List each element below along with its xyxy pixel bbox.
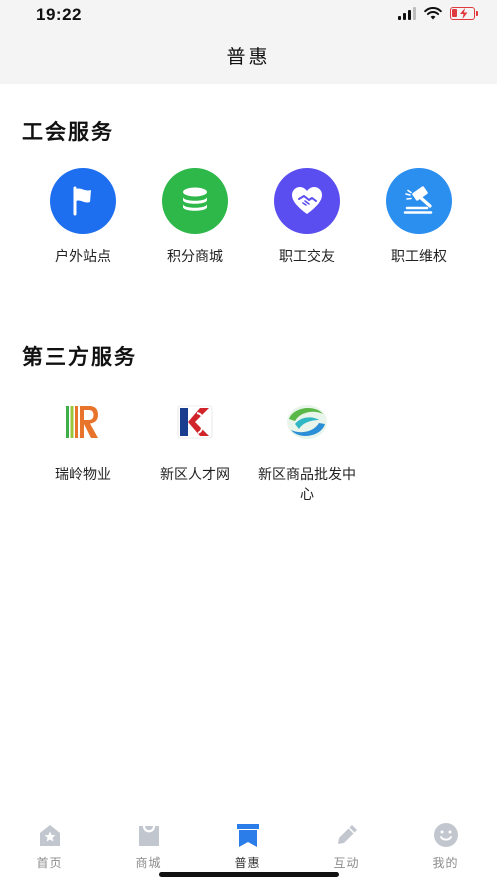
tab-label: 商城 bbox=[135, 856, 162, 870]
service-outdoor-stations[interactable]: 户外站点 bbox=[27, 168, 139, 266]
pencil-icon bbox=[334, 822, 360, 848]
service-label: 新区商品批发中心 bbox=[258, 466, 356, 502]
heart-handshake-icon bbox=[274, 168, 340, 234]
wifi-icon bbox=[424, 7, 442, 20]
service-label: 新区人才网 bbox=[160, 466, 230, 482]
service-label: 职工交友 bbox=[279, 248, 335, 264]
service-ruiling-property[interactable]: 瑞岭物业 bbox=[27, 392, 139, 484]
bottom-tab-bar: 首页 商城 普惠 互动 我的 bbox=[0, 812, 497, 883]
page-title: 普惠 bbox=[226, 47, 271, 68]
wholesale-center-logo bbox=[277, 392, 337, 452]
service-talent-network[interactable]: 新区人才网 bbox=[139, 392, 251, 484]
service-wholesale-center[interactable]: 新区商品批发中心 bbox=[251, 392, 363, 504]
tab-label: 互动 bbox=[333, 856, 360, 870]
tab-label: 首页 bbox=[36, 856, 63, 870]
tab-benefits[interactable]: 普惠 bbox=[198, 822, 297, 871]
flag-icon bbox=[50, 168, 116, 234]
status-bar: 19:22 bbox=[0, 0, 497, 30]
status-time: 19:22 bbox=[36, 5, 82, 24]
battery-low-icon bbox=[450, 7, 478, 20]
union-services-title: 工会服务 bbox=[22, 121, 114, 144]
home-indicator bbox=[159, 872, 339, 877]
smiley-face-icon bbox=[433, 822, 459, 848]
ruiling-logo bbox=[53, 392, 113, 452]
service-employee-friendship[interactable]: 职工交友 bbox=[251, 168, 363, 266]
tab-interaction[interactable]: 互动 bbox=[297, 822, 396, 871]
service-label: 瑞岭物业 bbox=[55, 466, 111, 482]
status-icons bbox=[398, 7, 478, 20]
service-label: 户外站点 bbox=[55, 248, 111, 264]
tab-label: 普惠 bbox=[234, 856, 261, 870]
service-employee-rights[interactable]: 职工维权 bbox=[363, 168, 475, 266]
talent-network-logo bbox=[165, 392, 225, 452]
tab-profile[interactable]: 我的 bbox=[396, 822, 495, 871]
coin-stack-icon bbox=[162, 168, 228, 234]
cellular-signal-icon bbox=[398, 7, 416, 20]
gavel-icon bbox=[386, 168, 452, 234]
service-points-mall[interactable]: 积分商城 bbox=[139, 168, 251, 266]
tab-label: 我的 bbox=[432, 856, 459, 870]
shopping-bag-icon bbox=[136, 822, 162, 848]
bookmark-icon bbox=[235, 822, 261, 848]
tab-home[interactable]: 首页 bbox=[0, 822, 99, 871]
tab-mall[interactable]: 商城 bbox=[99, 822, 198, 871]
home-icon bbox=[37, 822, 63, 848]
service-label: 积分商城 bbox=[167, 248, 223, 264]
navigation-bar: 普惠 bbox=[0, 30, 497, 84]
service-label: 职工维权 bbox=[391, 248, 447, 264]
third-party-services-title: 第三方服务 bbox=[22, 346, 137, 369]
